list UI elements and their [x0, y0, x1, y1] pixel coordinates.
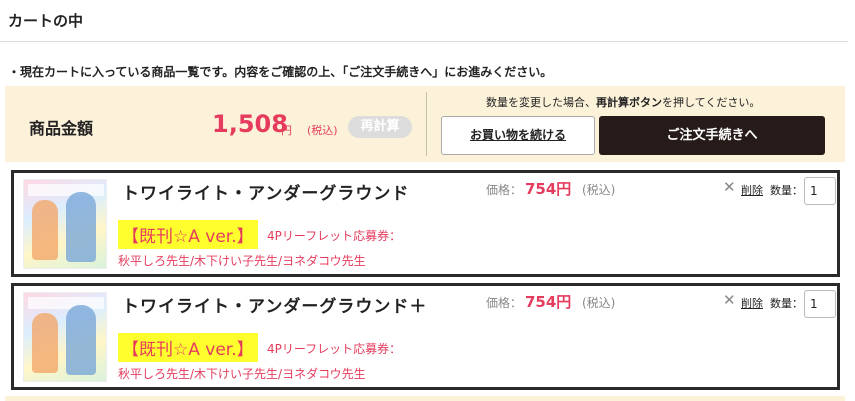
quantity-label: 数量：	[770, 297, 803, 310]
subtotal-label: 商品金額	[29, 119, 94, 138]
checkout-button[interactable]: ご注文手続きへ	[599, 116, 825, 155]
quantity-label: 数量：	[770, 184, 803, 197]
book-cover-image[interactable]	[23, 179, 107, 269]
subtotal-amount: 1,508	[212, 110, 288, 138]
close-icon[interactable]: ✕	[723, 291, 736, 309]
recalc-hint: 数量を変更した場合、再計算ボタンを押してください。	[486, 94, 760, 110]
close-icon[interactable]: ✕	[723, 178, 736, 196]
cart-item: トワイライト・アンダーグラウンド 【既刊☆A ver.】 4Pリーフレット応募券…	[11, 170, 840, 277]
item-authors: 秋平しろ先生/木下けい子先生/ヨネダコウ先生	[118, 367, 366, 381]
price-tax: (税込)	[582, 296, 616, 310]
page-title: カートの中	[8, 12, 84, 30]
continue-shopping-button[interactable]: お買い物を続ける	[441, 116, 595, 155]
item-price: 754円	[525, 293, 572, 311]
edition-badge: 【既刊☆A ver.】	[118, 220, 258, 249]
cart-summary: 商品金額 1,508 円 (税込) 再計算 数量を変更した場合、再計算ボタンを押…	[5, 86, 845, 162]
delete-link[interactable]: 削除	[741, 295, 763, 311]
recalc-hint-pre: 数量を変更した場合、	[486, 96, 596, 109]
subtotal-unit: 円	[281, 124, 292, 137]
cart-notice: ・現在カートに入っている商品一覧です。内容をご確認の上、「ご注文手続きへ」にお進…	[8, 65, 553, 79]
quantity-input[interactable]	[804, 177, 836, 205]
item-title[interactable]: トワイライト・アンダーグラウンド	[122, 179, 409, 204]
coupon-note: 4Pリーフレット応募券：	[267, 229, 402, 243]
coupon-note: 4Pリーフレット応募券：	[267, 342, 402, 356]
quantity-input[interactable]	[804, 290, 836, 318]
summary-footer-strip	[5, 396, 845, 401]
price-tax: (税込)	[582, 183, 616, 197]
title-divider	[0, 41, 848, 42]
summary-divider	[426, 92, 427, 156]
book-cover-image[interactable]	[23, 292, 107, 382]
item-price: 754円	[525, 180, 572, 198]
item-title[interactable]: トワイライト・アンダーグラウンド＋	[122, 292, 427, 317]
delete-link[interactable]: 削除	[741, 182, 763, 198]
recalc-hint-post: を押してください。	[662, 96, 761, 109]
subtotal-tax: (税込)	[307, 124, 338, 137]
recalc-hint-strong: 再計算ボタン	[596, 96, 662, 109]
price-label: 価格：	[486, 183, 523, 197]
recalculate-button[interactable]: 再計算	[348, 116, 412, 138]
item-authors: 秋平しろ先生/木下けい子先生/ヨネダコウ先生	[118, 254, 366, 268]
edition-badge: 【既刊☆A ver.】	[118, 333, 258, 362]
price-label: 価格：	[486, 296, 523, 310]
cart-item: トワイライト・アンダーグラウンド＋ 【既刊☆A ver.】 4Pリーフレット応募…	[11, 283, 840, 390]
